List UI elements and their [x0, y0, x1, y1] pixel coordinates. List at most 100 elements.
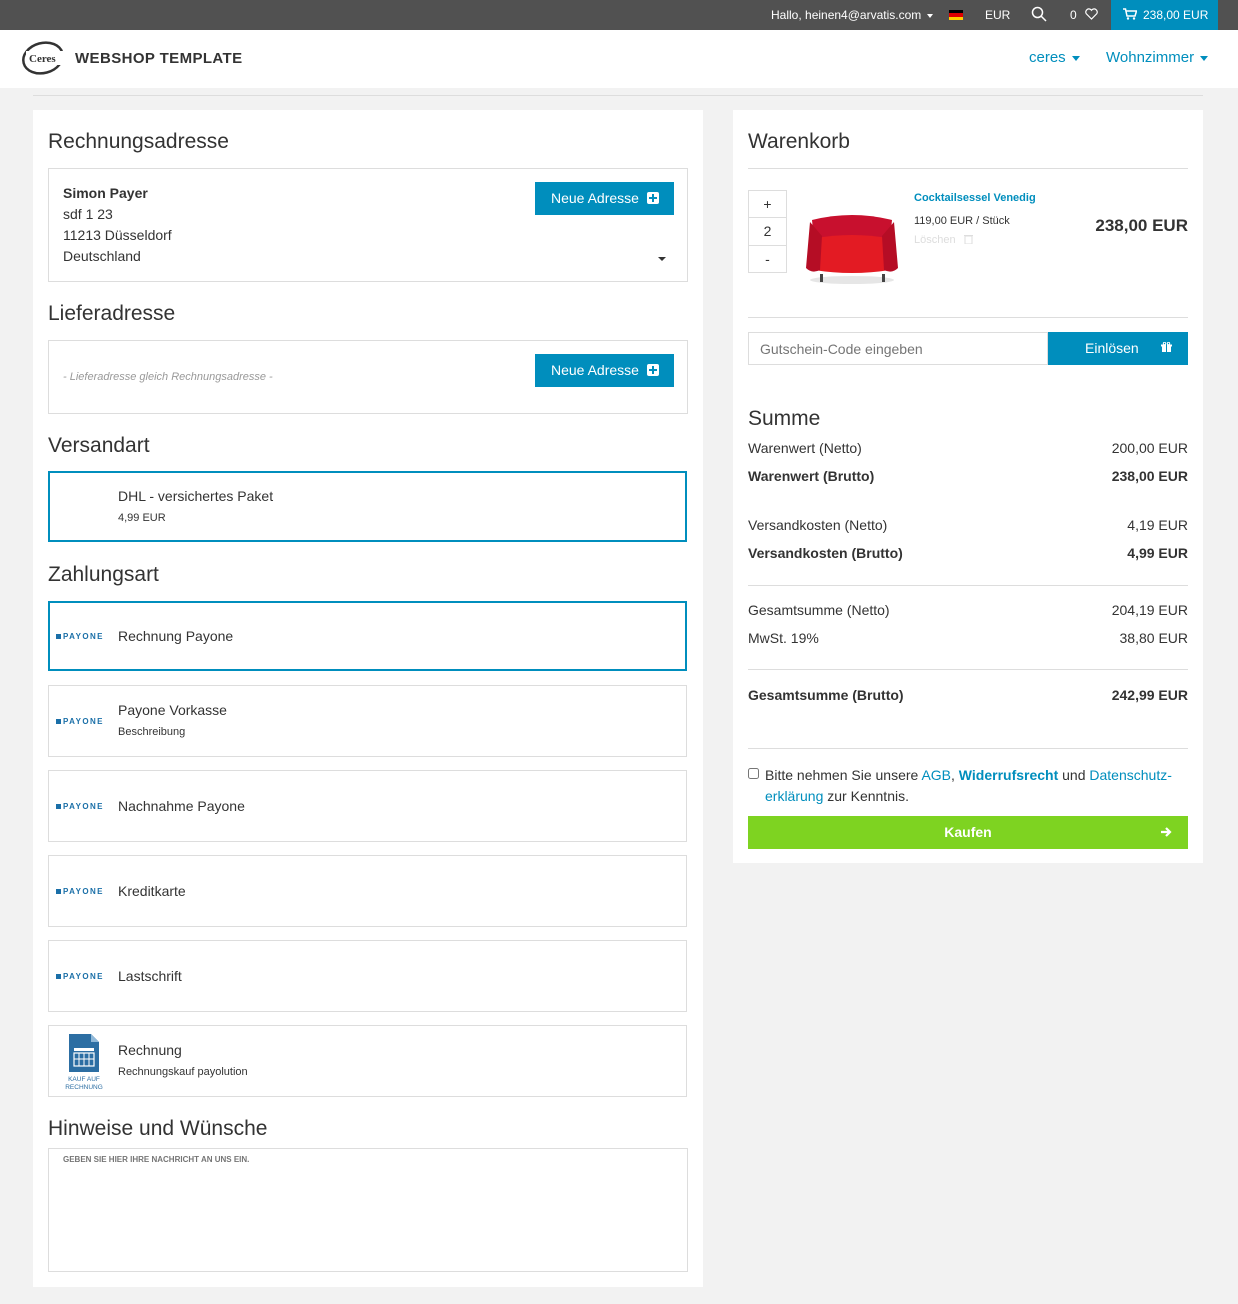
plus-icon: [646, 364, 659, 376]
product-unit-price: 119,00 EUR / Stück: [914, 215, 1010, 227]
summary-label: Gesamtsumme (Brutto): [748, 687, 904, 703]
nav-label: ceres: [1029, 49, 1066, 66]
delivery-note: - Lieferadresse gleich Rechnungsadresse …: [63, 371, 273, 383]
nav-label: Wohnzimmer: [1106, 49, 1195, 66]
billing-street: sdf 1 23: [63, 206, 113, 222]
plus-icon: [646, 192, 659, 204]
summary-value: 204,19 EUR: [1111, 602, 1188, 618]
summary-value: 4,19 EUR: [1127, 517, 1188, 533]
chevron-down-icon[interactable]: [658, 257, 666, 261]
invoice-icon-label: RECHNUNG: [65, 1084, 103, 1091]
summary-label: MwSt. 19%: [748, 630, 819, 646]
invoice-icon-label: KAUF AUF: [68, 1076, 100, 1083]
terms-checkbox[interactable]: [748, 768, 759, 779]
site-header: Ceres WEBSHOP TEMPLATE ceres Wohnzimmer: [0, 30, 1238, 88]
coupon-input[interactable]: [748, 332, 1048, 365]
billing-name: Simon Payer: [63, 185, 148, 201]
cart-icon: [1123, 8, 1138, 21]
agb-link[interactable]: AGB: [921, 767, 951, 783]
payment-name: Payone Vorkasse: [118, 702, 227, 718]
redeem-coupon-button[interactable]: Einlösen: [1048, 332, 1188, 365]
terms-fragment: zur Kenntnis.: [823, 788, 909, 804]
summary-value: 242,99 EUR: [1111, 687, 1188, 703]
summary-value: 4,99 EUR: [1127, 545, 1188, 561]
payone-logo: PAYONE: [56, 717, 104, 726]
summary-value: 238,00 EUR: [1111, 468, 1188, 484]
trash-icon: [963, 235, 973, 245]
delivery-title: Lieferadresse: [48, 302, 176, 325]
button-label: Kaufen: [944, 824, 992, 840]
divider: [33, 95, 1203, 96]
summary-label: Warenwert (Netto): [748, 440, 862, 456]
ceres-logo[interactable]: Ceres: [18, 40, 68, 76]
privacy-link[interactable]: erklärung: [765, 788, 823, 804]
chevron-down-icon: [1200, 55, 1209, 61]
button-label: Neue Adresse: [551, 190, 639, 206]
product-total: 238,00 EUR: [1095, 216, 1188, 235]
quantity-value[interactable]: 2: [748, 217, 787, 246]
payment-option[interactable]: [48, 1025, 687, 1097]
user-menu[interactable]: Hallo, heinen4@arvatis.com: [771, 0, 934, 30]
payone-logo: PAYONE: [56, 802, 104, 811]
shipping-option-dhl[interactable]: [48, 471, 687, 542]
user-greeting: Hallo, heinen4@arvatis.com: [771, 8, 922, 22]
chevron-down-icon: [1071, 55, 1080, 61]
chevron-down-icon: [927, 13, 934, 18]
summary-title: Summe: [748, 407, 821, 430]
payone-logo: PAYONE: [56, 632, 104, 641]
german-flag-icon[interactable]: [949, 10, 963, 20]
new-delivery-address-button[interactable]: Neue Adresse: [535, 354, 674, 387]
cart-button[interactable]: 238,00 EUR: [1111, 0, 1218, 30]
buy-button[interactable]: Kaufen: [748, 816, 1188, 849]
summary-label: Versandkosten (Netto): [748, 517, 888, 533]
payment-name: Rechnung Payone: [118, 628, 234, 644]
payment-desc: Beschreibung: [118, 726, 186, 738]
summary-value: 38,80 EUR: [1119, 630, 1188, 646]
wishlist-count: 0: [1070, 8, 1077, 22]
privacy-link[interactable]: Datenschutz-: [1089, 767, 1171, 783]
top-bar: Hallo, heinen4@arvatis.com EUR 0 238,00 …: [0, 0, 1238, 30]
new-billing-address-button[interactable]: Neue Adresse: [535, 182, 674, 215]
delete-label: Löschen: [914, 234, 956, 246]
currency-selector[interactable]: EUR: [985, 0, 1010, 30]
summary-label: Versandkosten (Brutto): [748, 545, 903, 561]
heart-icon: [1085, 8, 1098, 21]
terms-fragment: und: [1058, 767, 1090, 783]
brand-name: WEBSHOP TEMPLATE: [75, 50, 243, 67]
wishlist-button[interactable]: 0: [1070, 0, 1098, 30]
summary-value: 200,00 EUR: [1111, 440, 1188, 456]
withdrawal-link[interactable]: Widerrufsrecht: [959, 767, 1058, 783]
billing-city: 11213 Düsseldorf: [63, 227, 172, 243]
nav-item-ceres[interactable]: ceres: [1029, 49, 1080, 66]
delete-item-button[interactable]: Löschen: [914, 234, 973, 246]
payment-option[interactable]: [48, 685, 687, 757]
notes-textarea[interactable]: [48, 1148, 688, 1272]
payment-name: Rechnung: [118, 1042, 182, 1058]
gift-icon: [1161, 342, 1172, 353]
shipping-price: 4,99 EUR: [118, 512, 166, 524]
svg-text:Ceres: Ceres: [29, 53, 56, 65]
product-image[interactable]: [800, 198, 910, 288]
terms-fragment: Bitte nehmen Sie unsere: [765, 767, 922, 783]
payment-name: Lastschrift: [118, 968, 182, 984]
payment-name: Nachnahme Payone: [118, 798, 245, 814]
payment-desc: Rechnungskauf payolution: [118, 1066, 248, 1078]
payone-logo: PAYONE: [56, 887, 104, 896]
terms-fragment: ,: [951, 767, 955, 783]
shipping-name: DHL - versichertes Paket: [118, 488, 274, 504]
cart-title: Warenkorb: [748, 130, 850, 153]
cart-total: 238,00 EUR: [1143, 8, 1209, 22]
quantity-decrease-button[interactable]: -: [748, 245, 787, 273]
quantity-increase-button[interactable]: +: [748, 190, 787, 218]
nav-item-wohnzimmer[interactable]: Wohnzimmer: [1106, 49, 1209, 66]
arrow-right-icon: [1161, 827, 1172, 837]
terms-text: Bitte nehmen Sie unsere AGB, Widerrufsre…: [765, 765, 1185, 807]
search-icon[interactable]: [1031, 0, 1047, 30]
divider: [748, 317, 1188, 318]
summary-label: Warenwert (Brutto): [748, 468, 875, 484]
product-name[interactable]: Cocktailsessel Venedig: [914, 192, 1036, 204]
divider: [748, 748, 1188, 749]
billing-title: Rechnungsadresse: [48, 130, 229, 153]
notes-title: Hinweise und Wünsche: [48, 1117, 268, 1140]
summary-label: Gesamtsumme (Netto): [748, 602, 890, 618]
